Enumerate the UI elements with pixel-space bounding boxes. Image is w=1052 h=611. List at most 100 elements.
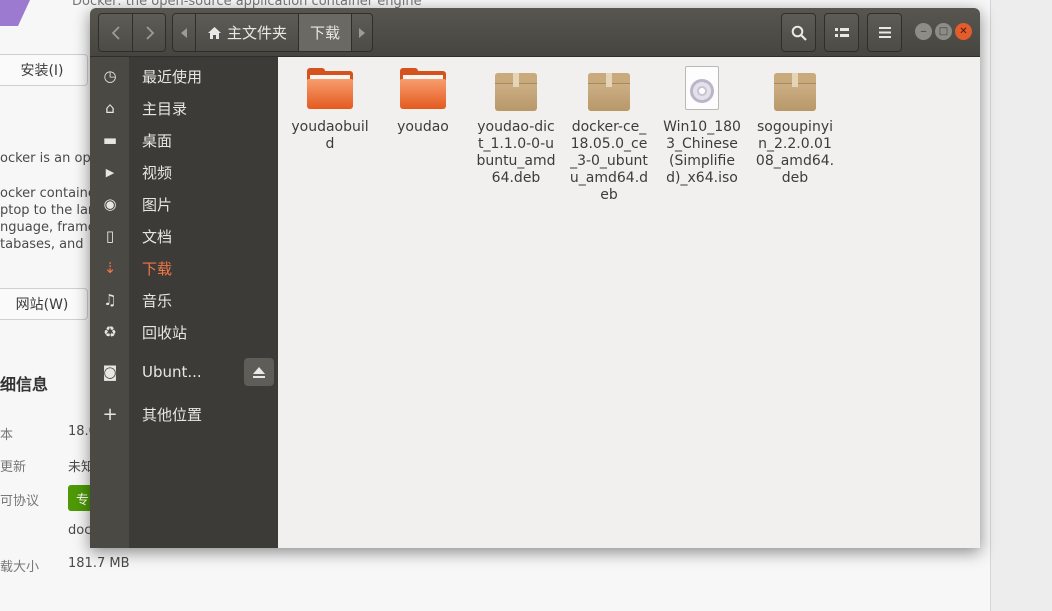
detail-label: 本 <box>0 428 14 443</box>
folder-icon <box>306 65 354 113</box>
places-sidebar: ◷ 最近使用 ⌂ 主目录 ▬ 桌面 ▶ 视频 ◉ 图片 ▯ 文档 ⇣ 下载 ♫ <box>90 57 278 548</box>
sidebar-item-label: 文档 <box>142 227 173 246</box>
sidebar-item-label: 桌面 <box>142 131 173 150</box>
sidebar-item-documents[interactable]: ▯ 文档 <box>90 220 278 252</box>
trash-icon: ♻ <box>103 323 117 341</box>
close-button[interactable]: ✕ <box>955 23 972 40</box>
eject-button[interactable] <box>244 358 274 386</box>
sidebar-item-music[interactable]: ♫ 音乐 <box>90 284 278 316</box>
file-name: Win10_1803_Chinese(Simplified)_x64.iso <box>663 119 741 186</box>
file-name: youdao-dict_1.1.0-0-ubuntu_amd64.deb <box>476 119 556 186</box>
folder-icon <box>399 65 447 113</box>
close-icon: ✕ <box>959 25 968 37</box>
sidebar-item-label: 下载 <box>142 259 173 278</box>
camera-icon: ◉ <box>103 195 117 213</box>
path-current-button[interactable]: 下载 <box>298 14 352 51</box>
clock-icon: ◷ <box>103 67 117 85</box>
home-icon: ⌂ <box>105 99 115 117</box>
file-item[interactable]: Win10_1803_Chinese(Simplified)_x64.iso <box>659 65 745 187</box>
sidebar-item-label: Ubunt... <box>142 363 202 381</box>
menu-button[interactable] <box>867 13 902 52</box>
music-icon: ♫ <box>103 291 117 309</box>
path-home-label: 主文件夹 <box>226 24 287 42</box>
disc-image-icon <box>678 65 726 113</box>
search-button[interactable] <box>781 13 816 52</box>
sidebar-item-label: 回收站 <box>142 323 188 342</box>
detail-label: 更新 <box>0 460 27 475</box>
sidebar-item-home[interactable]: ⌂ 主目录 <box>90 92 278 124</box>
nav-buttons <box>98 13 166 52</box>
license-value: doc <box>68 523 92 538</box>
plus-icon: + <box>102 403 118 425</box>
file-item[interactable]: youdao-dict_1.1.0-0-ubuntu_amd64.deb <box>473 65 559 187</box>
install-button[interactable]: 安装(I) <box>0 54 88 86</box>
sidebar-item-label: 图片 <box>142 195 173 214</box>
file-item[interactable]: youdao <box>380 65 466 136</box>
sidebar-item-label: 最近使用 <box>142 67 203 86</box>
arrow-right-small-icon <box>359 27 365 38</box>
maximize-button[interactable]: □ <box>935 23 952 40</box>
forward-button[interactable] <box>133 14 167 51</box>
header-bar: 主文件夹 下载 ‒ □ ✕ <box>90 8 980 57</box>
chevron-left-icon <box>111 25 120 40</box>
sidebar-item-desktop[interactable]: ▬ 桌面 <box>90 124 278 156</box>
file-name: youdaobuild <box>291 119 369 152</box>
package-icon <box>585 65 633 113</box>
maximize-icon: □ <box>938 25 949 37</box>
file-name: docker-ce_18.05.0_ce_3-0_ubuntu_amd64.de… <box>569 119 649 203</box>
window-edge <box>990 0 1052 611</box>
sidebar-item-label: 视频 <box>142 163 173 182</box>
file-name: youdao <box>397 119 449 135</box>
eject-icon <box>253 366 265 378</box>
chevron-right-icon <box>146 25 155 40</box>
detail-label: 可协议 <box>0 494 40 509</box>
file-view: youdaobuild youdao youdao-dict_1.1.0-0-u… <box>278 57 980 548</box>
file-manager-window: 主文件夹 下载 ‒ □ ✕ ◷ 最近使用 ⌂ 主目录 ▬ 桌面 ▶ 视频 ◉ 图… <box>90 8 980 548</box>
list-view-icon <box>834 27 849 37</box>
detail-label: 载大小 <box>0 560 40 575</box>
view-toggle-button[interactable] <box>824 13 859 52</box>
description-line: nguage, frame <box>0 220 96 235</box>
video-icon: ▶ <box>105 165 115 179</box>
download-icon: ⇣ <box>103 259 117 277</box>
sidebar-item-downloads[interactable]: ⇣ 下载 <box>90 252 278 284</box>
package-icon <box>492 65 540 113</box>
desktop-icon: ▬ <box>102 131 118 149</box>
sidebar-item-videos[interactable]: ▶ 视频 <box>90 156 278 188</box>
file-item[interactable]: sogoupinyin_2.2.0.0108_amd64.deb <box>752 65 838 187</box>
details-heading: 细信息 <box>0 375 49 394</box>
sidebar-item-label: 其他位置 <box>142 405 203 424</box>
path-scroll-left-button[interactable] <box>173 14 195 51</box>
description-line: ocker containe <box>0 186 96 201</box>
file-item[interactable]: docker-ce_18.05.0_ce_3-0_ubuntu_amd64.de… <box>566 65 652 204</box>
website-button[interactable]: 网站(W) <box>0 288 88 320</box>
file-item[interactable]: youdaobuild <box>287 65 373 153</box>
drive-icon: ◙ <box>102 363 118 381</box>
path-home-button[interactable]: 主文件夹 <box>196 14 298 51</box>
file-name: sogoupinyin_2.2.0.0108_amd64.deb <box>755 119 835 186</box>
path-scroll-right-button[interactable] <box>352 14 372 51</box>
path-current-label: 下载 <box>309 24 340 42</box>
hamburger-menu-icon <box>878 27 891 38</box>
app-logo <box>0 0 30 26</box>
sidebar-item-trash[interactable]: ♻ 回收站 <box>90 316 278 348</box>
minimize-button[interactable]: ‒ <box>915 23 932 40</box>
home-icon <box>207 26 221 39</box>
sidebar-item-other-locations[interactable]: + 其他位置 <box>90 398 278 430</box>
description-line: ptop to the lar <box>0 203 94 218</box>
description-line: ocker is an ope <box>0 151 99 166</box>
arrow-left-small-icon <box>181 27 187 38</box>
document-icon: ▯ <box>105 227 115 245</box>
description-line: tabases, and <box>0 237 84 252</box>
sidebar-item-label: 主目录 <box>142 99 188 118</box>
sidebar-item-pictures[interactable]: ◉ 图片 <box>90 188 278 220</box>
sidebar-item-recent[interactable]: ◷ 最近使用 <box>90 60 278 92</box>
path-bar: 主文件夹 下载 <box>172 13 373 52</box>
sidebar-item-label: 音乐 <box>142 291 173 310</box>
sidebar-item-ubuntu-drive[interactable]: ◙ Ubunt... <box>90 356 240 388</box>
download-size-value: 181.7 MB <box>68 556 130 571</box>
search-icon <box>791 25 807 41</box>
back-button[interactable] <box>99 14 133 51</box>
minimize-icon: ‒ <box>920 25 927 37</box>
package-icon <box>771 65 819 113</box>
